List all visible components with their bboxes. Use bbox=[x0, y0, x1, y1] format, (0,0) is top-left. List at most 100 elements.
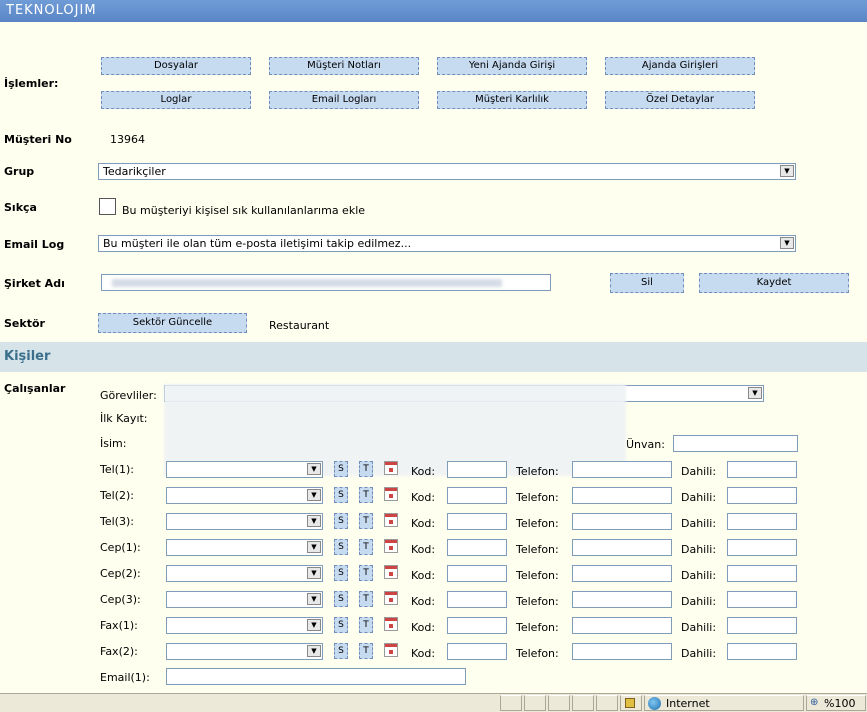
chevron-down-icon[interactable]: ▼ bbox=[307, 489, 321, 501]
phone-input[interactable] bbox=[572, 643, 672, 660]
phone-input[interactable] bbox=[572, 591, 672, 608]
email-input[interactable] bbox=[166, 668, 466, 685]
phone-type-select[interactable]: ▼ bbox=[166, 591, 323, 608]
special-details-button[interactable]: Özel Detaylar bbox=[605, 91, 755, 109]
code-input[interactable] bbox=[447, 643, 507, 660]
frequent-checkbox[interactable] bbox=[99, 198, 116, 215]
phone-input[interactable] bbox=[572, 539, 672, 556]
calendar-icon[interactable] bbox=[384, 487, 398, 501]
calendar-icon[interactable] bbox=[384, 591, 398, 605]
phone-input[interactable] bbox=[572, 617, 672, 634]
phone-label: Telefon: bbox=[516, 647, 559, 660]
chevron-down-icon[interactable]: ▼ bbox=[307, 645, 321, 657]
ext-label: Dahili: bbox=[681, 647, 717, 660]
frequent-label: Sıkça bbox=[4, 201, 37, 214]
code-input[interactable] bbox=[447, 539, 507, 556]
code-input[interactable] bbox=[447, 461, 507, 478]
ext-input[interactable] bbox=[727, 643, 797, 660]
officers-label: Görevliler: bbox=[100, 389, 157, 402]
t-button[interactable]: T bbox=[359, 487, 373, 503]
email-log-select[interactable]: Bu müşteri ile olan tüm e-posta iletişim… bbox=[98, 235, 796, 252]
calendar-icon[interactable] bbox=[384, 513, 398, 527]
ext-input[interactable] bbox=[727, 565, 797, 582]
email-logs-button[interactable]: Email Logları bbox=[269, 91, 419, 109]
phone-label: Telefon: bbox=[516, 569, 559, 582]
chevron-down-icon[interactable]: ▼ bbox=[780, 165, 794, 177]
phone-type-select[interactable]: ▼ bbox=[166, 487, 323, 504]
t-button[interactable]: T bbox=[359, 591, 373, 607]
phone-type-select[interactable]: ▼ bbox=[166, 565, 323, 582]
s-button[interactable]: S bbox=[334, 591, 348, 607]
t-button[interactable]: T bbox=[359, 539, 373, 555]
delete-button[interactable]: Sil bbox=[610, 273, 684, 293]
customer-notes-button[interactable]: Müşteri Notları bbox=[269, 57, 419, 75]
company-name-input[interactable] bbox=[101, 274, 551, 291]
s-button[interactable]: S bbox=[334, 617, 348, 633]
s-button[interactable]: S bbox=[334, 487, 348, 503]
phone-row-label: Cep(1): bbox=[100, 541, 141, 554]
chevron-down-icon[interactable]: ▼ bbox=[780, 237, 794, 249]
update-sector-button[interactable]: Sektör Güncelle bbox=[98, 313, 247, 333]
new-agenda-entry-button[interactable]: Yeni Ajanda Girişi bbox=[437, 57, 587, 75]
group-select[interactable]: Tedarikçiler ▼ bbox=[98, 163, 796, 180]
calendar-icon[interactable] bbox=[384, 461, 398, 475]
chevron-down-icon[interactable]: ▼ bbox=[307, 541, 321, 553]
code-input[interactable] bbox=[447, 591, 507, 608]
files-button[interactable]: Dosyalar bbox=[101, 57, 251, 75]
code-input[interactable] bbox=[447, 565, 507, 582]
s-button[interactable]: S bbox=[334, 461, 348, 477]
chevron-down-icon[interactable]: ▼ bbox=[307, 567, 321, 579]
s-button[interactable]: S bbox=[334, 513, 348, 529]
group-label: Grup bbox=[4, 165, 35, 178]
chevron-down-icon[interactable]: ▼ bbox=[307, 463, 321, 475]
code-input[interactable] bbox=[447, 513, 507, 530]
customer-no-value: 13964 bbox=[110, 133, 145, 146]
code-input[interactable] bbox=[447, 617, 507, 634]
chevron-down-icon[interactable]: ▼ bbox=[307, 619, 321, 631]
agenda-entries-button[interactable]: Ajanda Girişleri bbox=[605, 57, 755, 75]
ext-input[interactable] bbox=[727, 539, 797, 556]
t-button[interactable]: T bbox=[359, 617, 373, 633]
logs-button[interactable]: Loglar bbox=[101, 91, 251, 109]
zone-label: Internet bbox=[666, 697, 710, 710]
t-button[interactable]: T bbox=[359, 643, 373, 659]
phone-type-select[interactable]: ▼ bbox=[166, 539, 323, 556]
t-button[interactable]: T bbox=[359, 461, 373, 477]
ext-input[interactable] bbox=[727, 461, 797, 478]
ext-label: Dahili: bbox=[681, 491, 717, 504]
chevron-down-icon[interactable]: ▼ bbox=[748, 387, 762, 399]
code-label: Kod: bbox=[411, 517, 436, 530]
phone-input[interactable] bbox=[572, 513, 672, 530]
code-label: Kod: bbox=[411, 465, 436, 478]
phone-type-select[interactable]: ▼ bbox=[166, 513, 323, 530]
title-input[interactable] bbox=[673, 435, 798, 452]
phone-type-select[interactable]: ▼ bbox=[166, 617, 323, 634]
phone-input[interactable] bbox=[572, 487, 672, 504]
calendar-icon[interactable] bbox=[384, 565, 398, 579]
phone-type-select[interactable]: ▼ bbox=[166, 643, 323, 660]
calendar-icon[interactable] bbox=[384, 539, 398, 553]
phone-row-label: Cep(2): bbox=[100, 567, 141, 580]
phone-type-select[interactable]: ▼ bbox=[166, 461, 323, 478]
phone-input[interactable] bbox=[572, 461, 672, 478]
zone-cell: Internet bbox=[644, 695, 804, 711]
customer-profitability-button[interactable]: Müşteri Karlılık bbox=[437, 91, 587, 109]
chevron-down-icon[interactable]: ▼ bbox=[307, 515, 321, 527]
calendar-icon[interactable] bbox=[384, 617, 398, 631]
t-button[interactable]: T bbox=[359, 513, 373, 529]
code-input[interactable] bbox=[447, 487, 507, 504]
s-button[interactable]: S bbox=[334, 565, 348, 581]
s-button[interactable]: S bbox=[334, 643, 348, 659]
zoom-cell[interactable]: ⊕ %100 bbox=[806, 695, 866, 711]
t-button[interactable]: T bbox=[359, 565, 373, 581]
save-button[interactable]: Kaydet bbox=[699, 273, 849, 293]
chevron-down-icon[interactable]: ▼ bbox=[307, 593, 321, 605]
phone-input[interactable] bbox=[572, 565, 672, 582]
calendar-icon[interactable] bbox=[384, 643, 398, 657]
ext-input[interactable] bbox=[727, 487, 797, 504]
code-label: Kod: bbox=[411, 621, 436, 634]
s-button[interactable]: S bbox=[334, 539, 348, 555]
ext-input[interactable] bbox=[727, 591, 797, 608]
ext-input[interactable] bbox=[727, 617, 797, 634]
ext-input[interactable] bbox=[727, 513, 797, 530]
